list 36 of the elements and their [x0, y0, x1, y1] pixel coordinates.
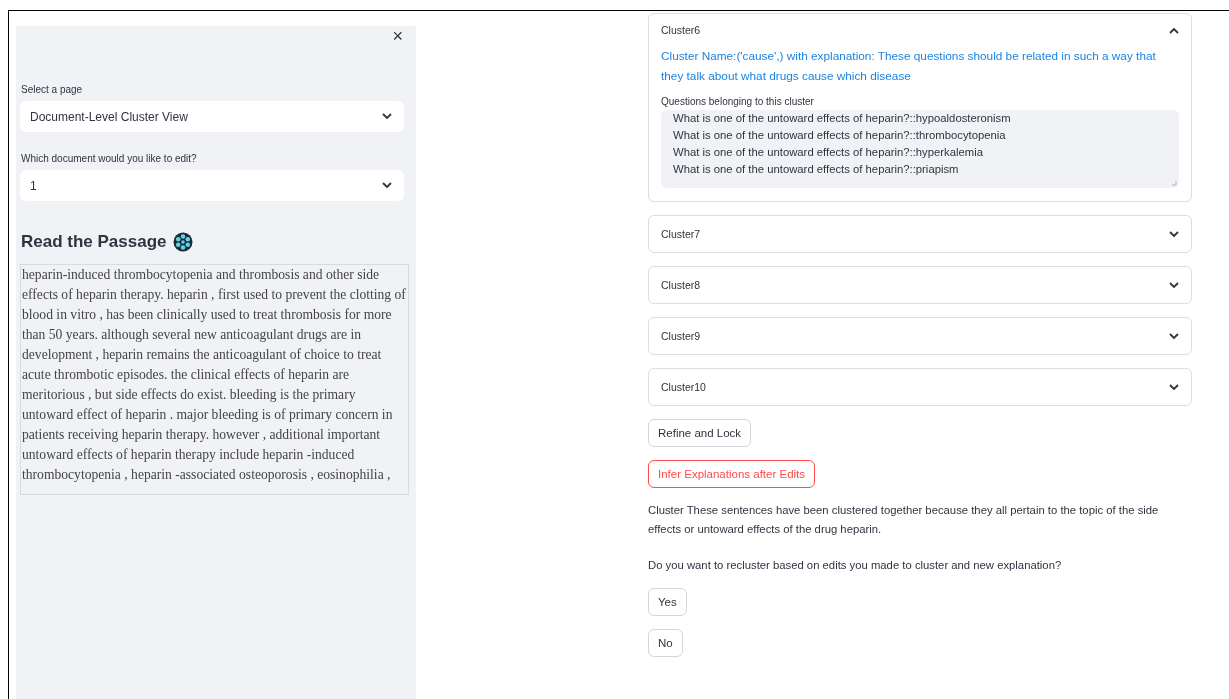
section-heading: Read the Passage	[21, 232, 167, 252]
action-button[interactable]: Refine and Lock	[648, 419, 752, 447]
cluster-title: Cluster9	[661, 330, 701, 342]
questions-text-area[interactable]: What is one of the untoward effects of heparin?::hypoaldosteronism What is one of the untoward effects of heparin?::thrombocytopenia What is one of the untoward effects of heparin?::hyperkalemia What is one of the untoward effects of heparin?::priapism	[661, 110, 1179, 188]
cluster-expander[interactable]	[648, 13, 1192, 202]
select-field[interactable]: 1	[20, 170, 404, 201]
select-value: 1	[30, 178, 37, 193]
select-field[interactable]: Document-Level Cluster View	[20, 101, 404, 132]
field-label: Select a page	[21, 84, 84, 95]
cluster-expander[interactable]: Cluster10	[648, 368, 1192, 406]
chevron-down-icon	[382, 182, 392, 189]
cluster-title: Cluster8	[661, 279, 701, 291]
cluster-expander[interactable]: Cluster8	[648, 266, 1192, 304]
select-value: Document-Level Cluster View	[30, 109, 188, 124]
cluster-expander[interactable]: Cluster7	[648, 215, 1192, 253]
passage-text: heparin-induced thrombocytopenia and thrombosis and other side effects of heparin therapy. heparin , first used to prevent the clotting of blood in vitro , has been clinically used to treat thrombosis for more than 50 years. although several new anticoagulant drugs are in development , heparin remains the anticoagulant of choice to treat acute thrombotic episodes. the clinical effects of heparin are meritorious , but side effects do exist. bleeding is the primary untoward effect of heparin . major bleeding is of primary concern in patients receiving heparin therapy. however , additional important untoward effects of heparin therapy include heparin -induced thrombocytopenia , heparin -associated osteoporosis , eosinophilia ,	[20, 264, 409, 495]
chevron-down-icon	[1169, 281, 1179, 289]
chevron-down-icon	[382, 113, 392, 120]
cluster-expander[interactable]: Cluster9	[648, 317, 1192, 355]
close-button[interactable]: ×	[391, 26, 404, 46]
field-label: Questions belonging to this cluster	[661, 96, 815, 107]
snowflake-icon	[172, 232, 193, 252]
answer-button[interactable]: Yes	[648, 588, 687, 616]
chevron-up-icon	[1169, 26, 1179, 34]
answer-button[interactable]: No	[648, 629, 683, 657]
chevron-down-icon	[1169, 230, 1179, 238]
question-text: Do you want to recluster based on edits you made to cluster and new explanation?	[648, 558, 1063, 573]
cluster-title: Cluster7	[661, 228, 701, 240]
cluster-title: Cluster10	[661, 381, 706, 393]
chevron-down-icon	[1169, 332, 1179, 340]
resize-handle-icon[interactable]	[1172, 181, 1177, 186]
cluster-title: Cluster6	[661, 24, 701, 36]
explanation-text: Cluster These sentences have been clustered together because they all pertain to the topic of the side effects or untoward effects of the drug heparin.	[648, 503, 1160, 537]
cluster-name-text: Cluster Name:('cause',) with explanation: These questions should be related in such a way that they talk about what drugs cause which disease	[661, 48, 1157, 85]
chevron-down-icon	[1169, 383, 1179, 391]
field-label: Which document would you like to edit?	[21, 153, 198, 164]
